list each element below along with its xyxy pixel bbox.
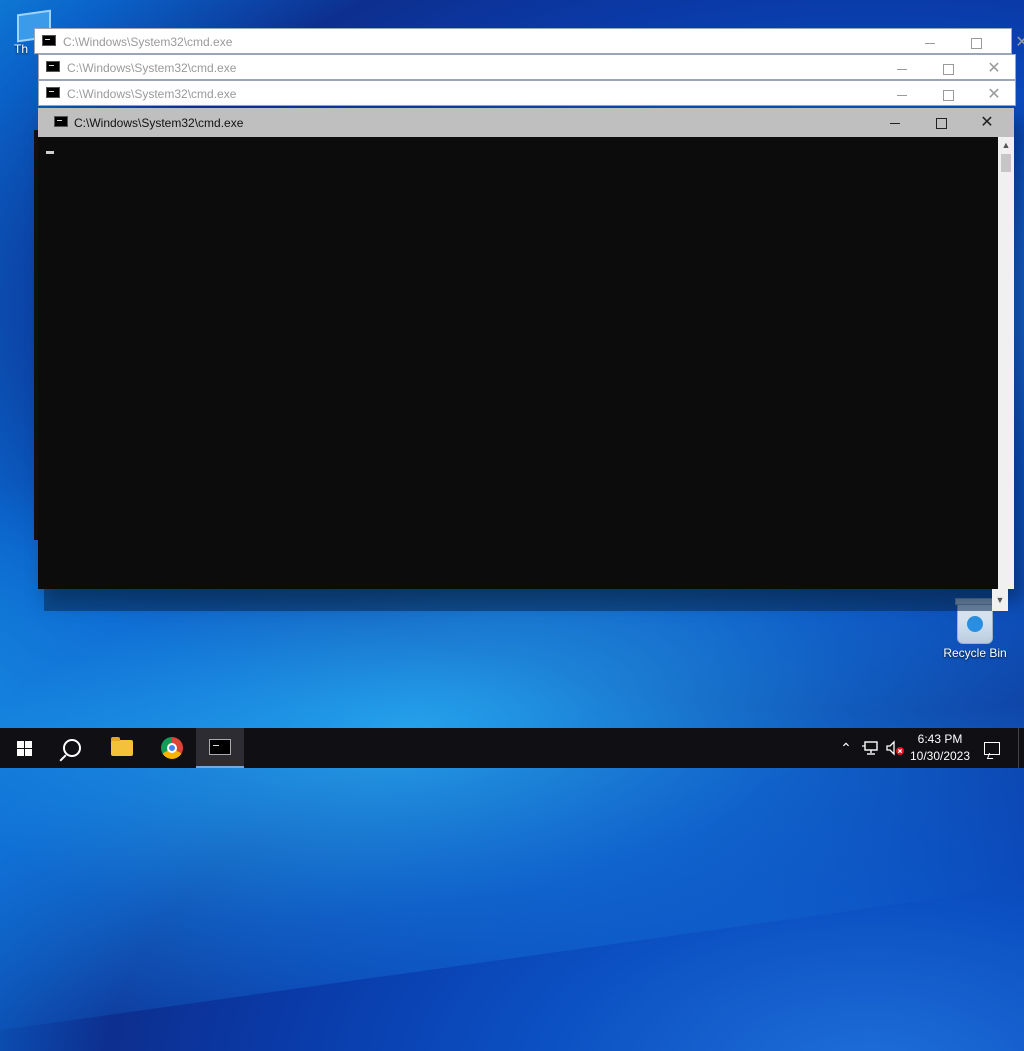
cmd-window-background-2[interactable]: C:\Windows\System32\cmd.exe ✕ bbox=[38, 54, 1016, 80]
window-title: C:\Windows\System32\cmd.exe bbox=[67, 87, 237, 101]
volume-muted-icon bbox=[886, 740, 904, 756]
clock-time: 6:43 PM bbox=[917, 732, 963, 746]
start-button[interactable] bbox=[0, 728, 48, 768]
file-explorer-button[interactable] bbox=[98, 728, 146, 768]
show-desktop-button[interactable] bbox=[1018, 728, 1019, 768]
notifications-button[interactable] bbox=[980, 728, 1004, 768]
search-icon bbox=[63, 739, 81, 757]
close-icon: ✕ bbox=[980, 114, 994, 131]
minimize-button[interactable] bbox=[872, 108, 918, 137]
minimize-button[interactable] bbox=[879, 81, 925, 107]
window-title: C:\Windows\System32\cmd.exe bbox=[63, 35, 233, 49]
scroll-down-arrow-icon: ▼ bbox=[995, 595, 1005, 605]
vertical-scrollbar[interactable]: ▲ bbox=[998, 137, 1014, 589]
window-title: C:\Windows\System32\cmd.exe bbox=[67, 61, 237, 75]
text-cursor bbox=[46, 151, 54, 154]
cmd-taskbar-button[interactable] bbox=[196, 728, 244, 768]
chevron-up-icon: ⌃ bbox=[840, 739, 852, 756]
close-button[interactable]: ✕ bbox=[964, 108, 1010, 137]
scroll-down-button[interactable]: ▼ bbox=[992, 589, 1008, 611]
maximize-icon bbox=[970, 37, 982, 49]
scroll-up-arrow-icon[interactable]: ▲ bbox=[998, 137, 1014, 153]
maximize-button[interactable] bbox=[953, 29, 999, 55]
maximize-button[interactable] bbox=[925, 81, 971, 107]
cmd-window-background-3[interactable]: C:\Windows\System32\cmd.exe ✕ bbox=[38, 80, 1016, 106]
minimize-icon bbox=[897, 94, 907, 96]
window-shadow bbox=[44, 589, 1004, 611]
minimize-button[interactable] bbox=[879, 55, 925, 81]
desktop-icon-label: Th bbox=[14, 42, 29, 56]
network-button[interactable] bbox=[860, 728, 882, 768]
maximize-icon bbox=[935, 117, 947, 129]
cmd-app-icon bbox=[42, 35, 56, 46]
cmd-app-icon bbox=[54, 116, 68, 127]
close-icon: ✕ bbox=[987, 60, 1001, 77]
clock-date: 10/30/2023 bbox=[909, 749, 971, 763]
cmd-app-icon bbox=[46, 61, 60, 72]
taskbar: ⌃ 6:43 PM 10/30/2023 bbox=[0, 728, 1024, 768]
windows-logo-icon bbox=[16, 740, 32, 756]
cmd-window-active[interactable]: C:\Windows\System32\cmd.exe ✕ ▲ bbox=[38, 108, 1014, 589]
maximize-icon bbox=[942, 63, 954, 75]
console-output[interactable] bbox=[38, 137, 998, 589]
window-title: C:\Windows\System32\cmd.exe bbox=[74, 116, 244, 130]
scrollbar-thumb[interactable] bbox=[1001, 154, 1011, 172]
chrome-icon bbox=[161, 737, 183, 759]
cmd-icon bbox=[209, 739, 231, 755]
maximize-button[interactable] bbox=[918, 108, 964, 137]
notification-icon bbox=[984, 741, 1000, 755]
search-button[interactable] bbox=[48, 728, 96, 768]
close-button[interactable]: ✕ bbox=[971, 81, 1017, 107]
cmd-app-icon bbox=[46, 87, 60, 98]
cmd-window-background-1[interactable]: C:\Windows\System32\cmd.exe ✕ bbox=[34, 28, 1024, 55]
minimize-icon bbox=[890, 122, 900, 124]
close-icon: ✕ bbox=[1015, 34, 1024, 51]
close-icon: ✕ bbox=[987, 86, 1001, 103]
window-titlebar[interactable]: C:\Windows\System32\cmd.exe ✕ bbox=[38, 108, 1014, 137]
close-button[interactable]: ✕ bbox=[971, 55, 1017, 81]
network-icon bbox=[862, 741, 878, 755]
minimize-button[interactable] bbox=[907, 29, 953, 55]
show-hidden-icons-button[interactable]: ⌃ bbox=[836, 728, 856, 768]
clock[interactable]: 6:43 PM 10/30/2023 bbox=[906, 731, 974, 765]
volume-button[interactable] bbox=[884, 728, 906, 768]
chrome-button[interactable] bbox=[148, 728, 196, 768]
close-button[interactable]: ✕ bbox=[999, 29, 1024, 55]
minimize-icon bbox=[925, 42, 935, 44]
maximize-button[interactable] bbox=[925, 55, 971, 81]
folder-icon bbox=[111, 737, 133, 756]
maximize-icon bbox=[942, 89, 954, 101]
desktop-icon-label: Recycle Bin bbox=[943, 646, 1007, 660]
minimize-icon bbox=[897, 68, 907, 70]
